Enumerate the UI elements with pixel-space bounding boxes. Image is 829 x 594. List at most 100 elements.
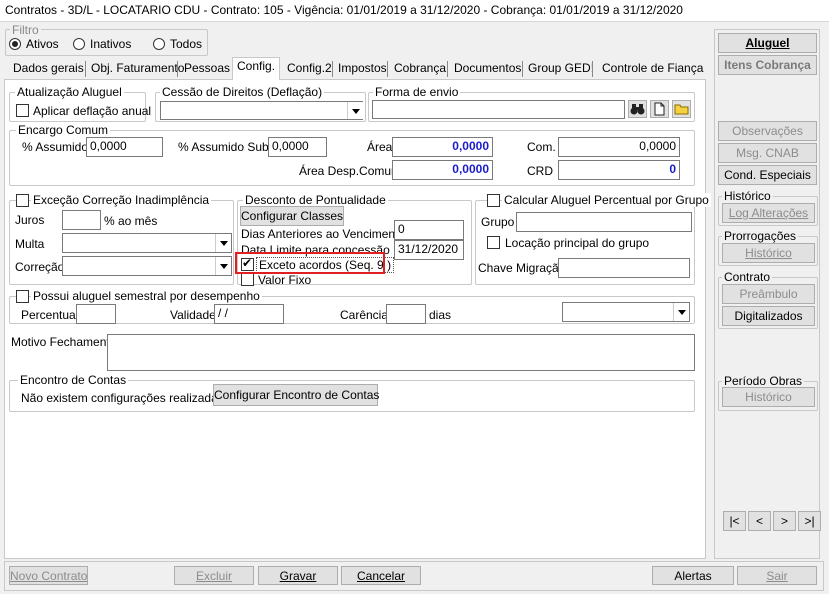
tab-separator bbox=[592, 61, 593, 77]
juros-input[interactable] bbox=[62, 210, 101, 230]
radio-ativos-label: Ativos bbox=[26, 37, 59, 51]
log-alteracoes-button[interactable]: Log Alterações bbox=[722, 203, 815, 223]
prorrogacoes-legend: Prorrogações bbox=[722, 229, 799, 243]
periodo-historico-button[interactable]: Histórico bbox=[722, 387, 815, 407]
observacoes-button[interactable]: Observações bbox=[718, 121, 817, 141]
digitalizados-button[interactable]: Digitalizados bbox=[722, 306, 815, 326]
radio-inativos[interactable] bbox=[73, 38, 85, 50]
dias-anteriores-label: Dias Anteriores ao Vencimento bbox=[241, 227, 406, 241]
chevron-down-icon[interactable] bbox=[215, 234, 231, 252]
cessao-select[interactable] bbox=[160, 101, 363, 120]
sair-button[interactable]: Sair bbox=[737, 566, 817, 585]
novo-contrato-button[interactable]: Novo Contrato bbox=[9, 566, 88, 585]
locacao-principal-checkbox[interactable] bbox=[487, 236, 500, 249]
com-label: Com. bbox=[527, 140, 556, 154]
configurar-classes-button[interactable]: Configurar Classes bbox=[240, 206, 344, 226]
tab-separator bbox=[332, 61, 333, 77]
log-alteracoes-label: Log Alterações bbox=[728, 206, 809, 220]
validade-label: Validade bbox=[170, 308, 216, 322]
radio-ativos[interactable] bbox=[9, 38, 21, 50]
forma-envio-legend: Forma de envio bbox=[373, 85, 461, 99]
encontro-legend: Encontro de Contas bbox=[18, 373, 129, 387]
binoculars-icon[interactable] bbox=[628, 100, 647, 118]
dias-anteriores-input[interactable]: 0 bbox=[394, 220, 464, 240]
next-record-button[interactable]: > bbox=[773, 511, 796, 531]
tab-cobranca[interactable]: Cobrança bbox=[390, 60, 450, 79]
msg-cnab-button[interactable]: Msg. CNAB bbox=[718, 143, 817, 163]
prev-record-button[interactable]: < bbox=[748, 511, 771, 531]
crd-input[interactable]: 0 bbox=[558, 160, 680, 180]
tab-dados-gerais[interactable]: Dados gerais bbox=[9, 60, 88, 79]
alertas-button[interactable]: Alertas bbox=[652, 566, 734, 585]
cond-especiais-button[interactable]: Cond. Especiais bbox=[718, 165, 817, 185]
correcao-label: Correção bbox=[15, 260, 65, 274]
tab-impostos[interactable]: Impostos bbox=[334, 60, 391, 79]
aluguel-button-label: Aluguel bbox=[745, 36, 790, 50]
radio-todos-label: Todos bbox=[170, 37, 203, 51]
chevron-down-icon[interactable] bbox=[347, 102, 363, 119]
preambulo-button[interactable]: Preâmbulo bbox=[722, 284, 815, 304]
tab-config2[interactable]: Config.2 bbox=[283, 60, 336, 79]
percentual-label: Percentual bbox=[21, 308, 79, 322]
tab-group-ged[interactable]: Group GED! bbox=[524, 60, 598, 79]
tab-controle-fianca[interactable]: Controle de Fiança bbox=[598, 60, 707, 79]
com-input[interactable]: 0,0000 bbox=[558, 137, 680, 157]
first-record-button[interactable]: |< bbox=[723, 511, 746, 531]
assumido-sub-input[interactable]: 0,0000 bbox=[268, 137, 327, 157]
forma-envio-input[interactable] bbox=[372, 100, 625, 119]
prorrogacoes-historico-button[interactable]: Histórico bbox=[722, 243, 815, 263]
atualizacao-legend: Atualização Aluguel bbox=[15, 85, 124, 99]
assumido-label: % Assumido bbox=[22, 140, 89, 154]
area-input[interactable]: 0,0000 bbox=[392, 137, 493, 157]
aplicar-deflacao-checkbox[interactable] bbox=[16, 104, 29, 117]
configurar-encontro-button[interactable]: Configurar Encontro de Contas bbox=[213, 384, 379, 406]
semestral-checkbox[interactable] bbox=[16, 290, 29, 303]
excluir-button[interactable]: Excluir bbox=[174, 566, 254, 585]
semestral-select[interactable] bbox=[562, 302, 690, 322]
itens-cobranca-button[interactable]: Itens Cobrança bbox=[718, 55, 817, 75]
chave-migracao-input[interactable] bbox=[558, 258, 690, 278]
tab-config[interactable]: Config. bbox=[232, 57, 281, 80]
cessao-legend: Cessão de Direitos (Deflação) bbox=[160, 85, 325, 99]
crd-label: CRD bbox=[527, 164, 553, 178]
percentual-input[interactable] bbox=[76, 304, 116, 324]
cancelar-button[interactable]: Cancelar bbox=[341, 566, 421, 585]
carencia-input[interactable] bbox=[386, 304, 426, 324]
area-label: Área bbox=[367, 140, 393, 154]
grupo-input[interactable] bbox=[516, 212, 692, 232]
tab-separator bbox=[177, 61, 178, 77]
area-desp-input[interactable]: 0,0000 bbox=[392, 160, 493, 180]
gravar-button[interactable]: Gravar bbox=[258, 566, 338, 585]
radio-todos[interactable] bbox=[153, 38, 165, 50]
new-document-icon[interactable] bbox=[650, 100, 669, 118]
locacao-principal-label: Locação principal do grupo bbox=[505, 236, 650, 250]
correcao-select[interactable] bbox=[62, 256, 232, 276]
gravar-label: Gravar bbox=[279, 569, 317, 583]
motivo-input[interactable] bbox=[107, 334, 695, 371]
tab-documentos[interactable]: Documentos bbox=[450, 60, 525, 79]
valor-fixo-checkbox[interactable] bbox=[241, 273, 254, 286]
encargo-legend: Encargo Comum bbox=[16, 123, 111, 137]
excecao-checkbox[interactable] bbox=[16, 194, 29, 207]
chevron-down-icon[interactable] bbox=[673, 303, 689, 321]
assumido-input[interactable]: 0,0000 bbox=[86, 137, 163, 157]
assumido-sub-label: % Assumido Sub bbox=[178, 140, 269, 154]
juros-label: Juros bbox=[15, 213, 45, 227]
carencia-label: Carência bbox=[340, 308, 389, 322]
calcular-percentual-checkbox[interactable] bbox=[487, 194, 500, 207]
dias-label: dias bbox=[429, 308, 452, 322]
last-record-button[interactable]: >| bbox=[798, 511, 821, 531]
chevron-down-icon[interactable] bbox=[215, 257, 231, 275]
data-limite-input[interactable]: 31/12/2020 bbox=[394, 240, 464, 260]
periodo-obras-legend: Período Obras bbox=[722, 374, 805, 388]
aluguel-button[interactable]: Aluguel bbox=[718, 33, 817, 53]
sair-label: Sair bbox=[766, 569, 788, 583]
novo-contrato-label: Novo Contrato bbox=[10, 569, 88, 583]
filter-legend: Filtro bbox=[10, 23, 41, 37]
title-bar: Contratos - 3D/L - LOCATARIO CDU - Contr… bbox=[0, 0, 829, 22]
validade-input[interactable]: / / bbox=[214, 304, 284, 324]
folder-icon[interactable] bbox=[672, 100, 691, 118]
tab-obj-faturamento[interactable]: Obj. Faturamento bbox=[87, 60, 188, 79]
tab-pessoas[interactable]: Pessoas bbox=[180, 60, 234, 79]
multa-select[interactable] bbox=[62, 233, 232, 253]
